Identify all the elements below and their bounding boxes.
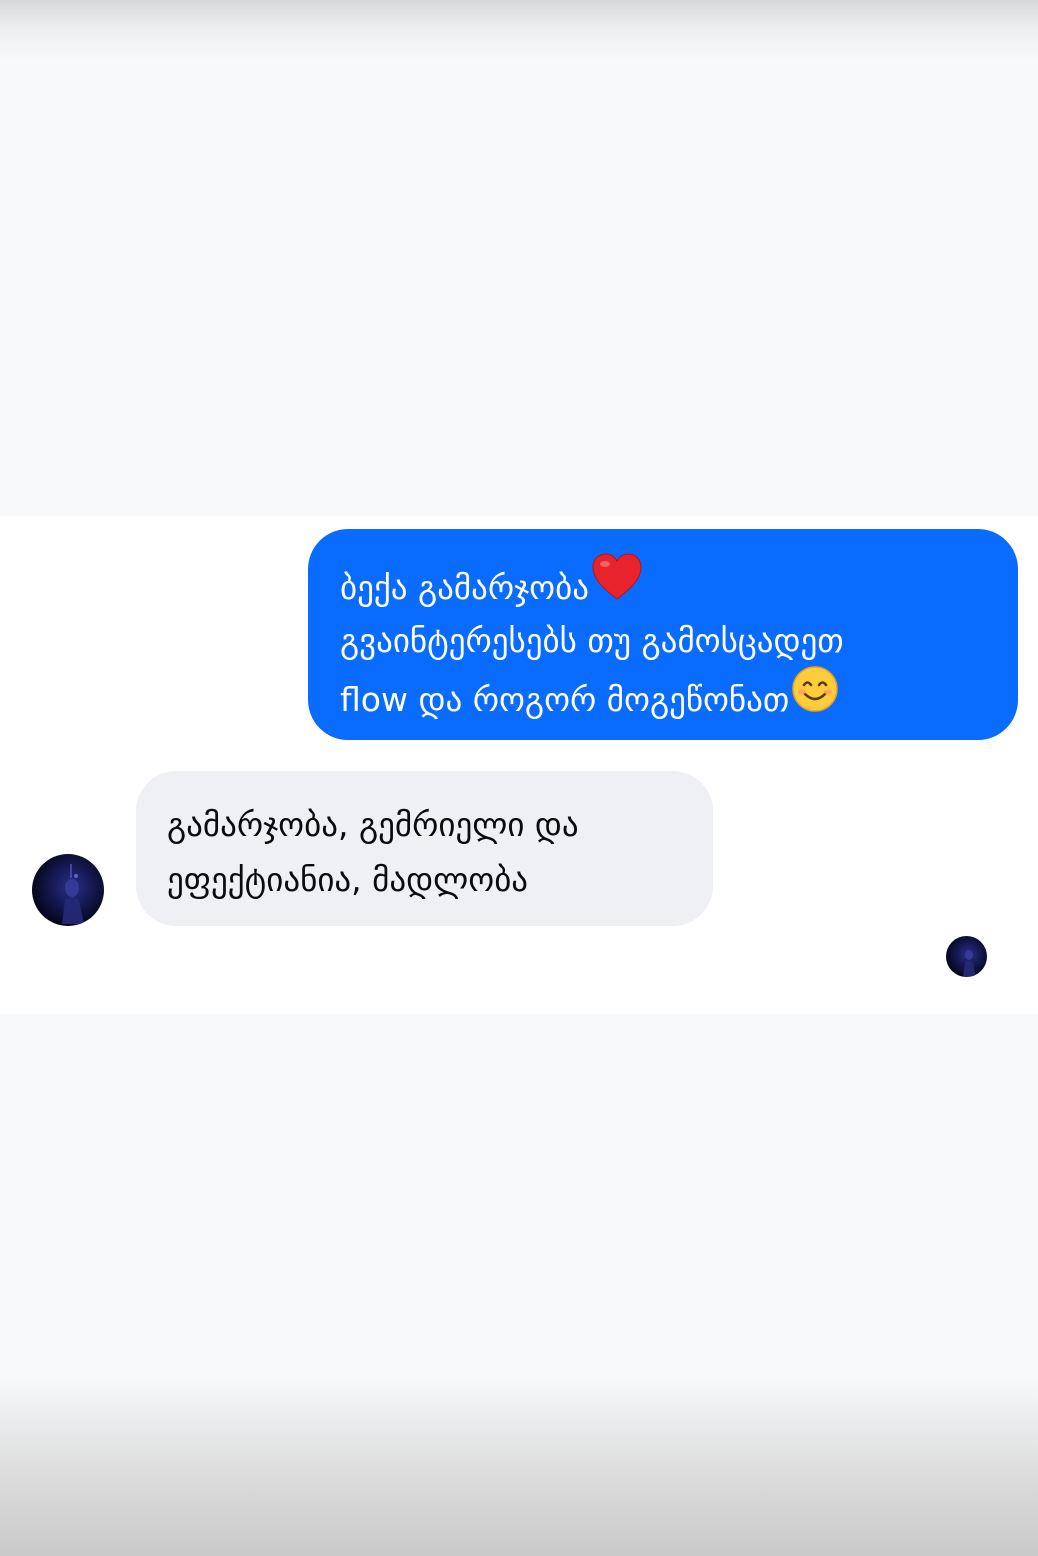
top-shade (0, 0, 1038, 60)
received-message-line: ეფექტიანია, მადლობა (167, 860, 529, 899)
received-message-bubble[interactable]: გამარჯობა, გემრიელი და ეფექტიანია, მადლო… (136, 771, 713, 926)
contact-avatar[interactable] (32, 854, 104, 926)
seen-receipt-avatar (946, 936, 987, 977)
sent-message-bubble[interactable]: ბექა გამარჯობა გვაინტერესებს თუ გამოსცად… (308, 529, 1018, 740)
sent-message-line: flow და როგორ მოგეწონათ (340, 666, 998, 725)
received-message-line: გამარჯობა, გემრიელი და (167, 805, 579, 844)
bottom-shade (0, 1376, 1038, 1556)
chat-thread[interactable]: ბექა გამარჯობა გვაინტერესებს თუ გამოსცად… (0, 516, 1038, 1014)
sent-message-line: გვაინტერესებს თუ გამოსცადეთ (340, 621, 844, 660)
heart-icon (591, 553, 643, 618)
smiling-face-icon (791, 665, 839, 730)
sent-message-line: ბექა გამარჯობა (340, 553, 998, 613)
